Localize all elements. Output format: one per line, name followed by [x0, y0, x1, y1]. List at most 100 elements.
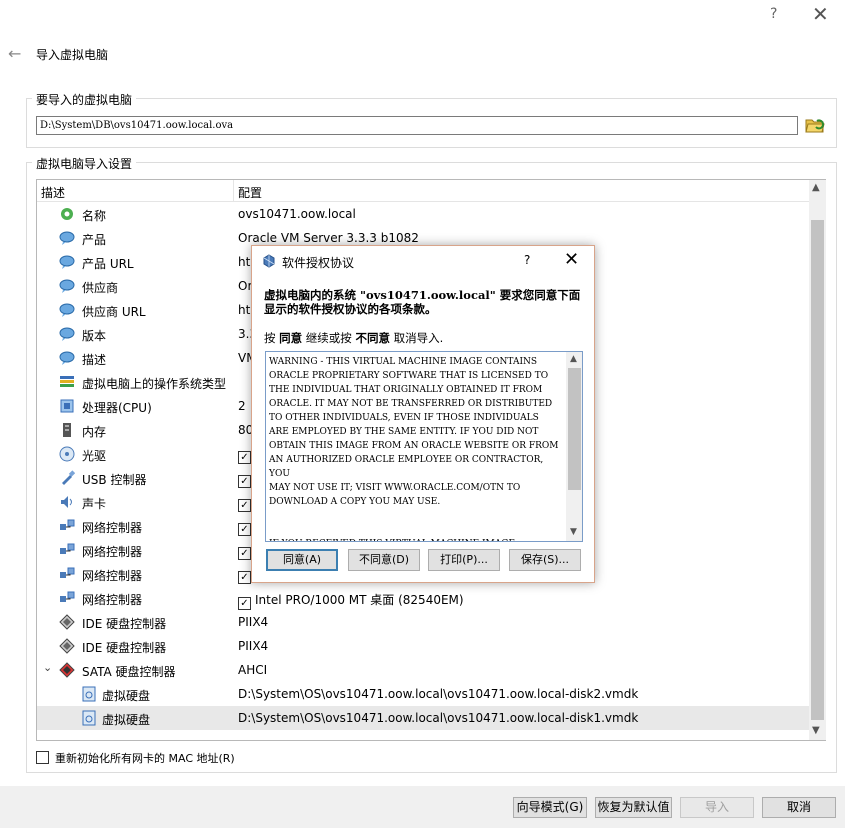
ide-controller-icon: [59, 638, 75, 654]
dialog-close-button[interactable]: ✕: [564, 249, 579, 270]
folder-open-icon[interactable]: [804, 115, 826, 135]
scroll-up-icon[interactable]: ▲: [812, 182, 820, 193]
os-type-icon: [60, 376, 74, 387]
license-dialog: 软件授权协议 ? ✕ 虚拟电脑内的系统 "ovs10471.oow.local"…: [251, 245, 595, 583]
row-label: 版本: [82, 329, 107, 343]
settings-group-legend: 虚拟电脑导入设置: [32, 155, 137, 172]
table-header: 描述 配置: [37, 180, 809, 202]
row-label: 网络控制器: [82, 545, 143, 559]
row-value[interactable]: Oracle VM Server 3.3.3 b1082: [238, 231, 419, 245]
network-icon: [60, 591, 75, 602]
table-row[interactable]: ⌄ SATA 硬盘控制器 AHCI: [37, 658, 809, 682]
save-button[interactable]: 保存(S)...: [509, 549, 581, 571]
ova-path-field[interactable]: D:\System\DB\ovs10471.oow.local.ova: [36, 116, 798, 135]
table-row[interactable]: 名称 ovs10471.oow.local: [37, 202, 809, 226]
print-button[interactable]: 打印(P)...: [428, 549, 500, 571]
license-text: WARNING - THIS VIRTUAL MACHINE IMAGE CON…: [269, 357, 559, 541]
sata-controller-icon: [59, 662, 75, 678]
row-value[interactable]: PIIX4: [238, 615, 268, 629]
license-scrollbar[interactable]: ▲ ▼: [566, 352, 582, 541]
table-row[interactable]: IDE 硬盘控制器 PIIX4: [37, 634, 809, 658]
dialog-help-button[interactable]: ?: [524, 253, 530, 267]
row-label: SATA 硬盘控制器: [82, 665, 176, 679]
cancel-button[interactable]: 取消: [762, 797, 836, 818]
dialog-title: 软件授权协议: [282, 256, 355, 270]
row-label: 描述: [82, 353, 107, 367]
row-label: IDE 硬盘控制器: [82, 617, 167, 631]
checkbox-unchecked[interactable]: [36, 751, 49, 764]
table-row[interactable]: 网络控制器 ✓ Intel PRO/1000 MT 桌面 (82540EM): [37, 586, 809, 610]
row-label: 虚拟电脑上的操作系统类型: [82, 377, 227, 391]
memory-icon: [63, 423, 71, 437]
help-button[interactable]: ?: [770, 6, 777, 22]
license-textarea[interactable]: WARNING - THIS VIRTUAL MACHINE IMAGE CON…: [265, 351, 583, 542]
row-label: IDE 硬盘控制器: [82, 641, 167, 655]
column-header-config[interactable]: 配置: [238, 184, 262, 201]
scroll-thumb[interactable]: [811, 220, 824, 720]
expand-chevron-icon[interactable]: ⌄: [43, 661, 52, 674]
virtualbox-icon: [263, 254, 275, 268]
table-row[interactable]: 虚拟硬盘 D:\System\OS\ovs10471.oow.local\ovs1…: [37, 682, 809, 706]
row-value[interactable]: ovs10471.oow.local: [238, 207, 356, 221]
disagree-button[interactable]: 不同意(D): [348, 549, 420, 571]
row-value[interactable]: D:\System\OS\ovs10471.oow.local\ovs10471…: [238, 687, 638, 701]
row-value[interactable]: 2: [238, 399, 246, 413]
row-label: 产品: [82, 233, 107, 247]
row-value[interactable]: ht: [238, 303, 250, 317]
row-value[interactable]: ✓ Intel PRO/1000 MT 桌面 (82540EM): [238, 591, 464, 610]
row-label: 网络控制器: [82, 569, 143, 583]
table-scrollbar[interactable]: ▲ ▼: [809, 180, 826, 740]
table-row[interactable]: IDE 硬盘控制器 PIIX4: [37, 610, 809, 634]
wizard-title: 导入虚拟电脑: [36, 48, 109, 62]
checkbox-checked[interactable]: ✓: [238, 547, 251, 560]
row-label: 内存: [82, 425, 107, 439]
checkbox-checked[interactable]: ✓: [238, 499, 251, 512]
scroll-up-icon[interactable]: ▲: [570, 354, 577, 364]
close-button[interactable]: ✕: [812, 2, 829, 26]
row-label: 网络控制器: [82, 593, 143, 607]
scroll-down-icon[interactable]: ▼: [812, 725, 820, 736]
network-icon: [60, 567, 75, 578]
row-label: USB 控制器: [82, 473, 147, 487]
optical-drive-icon: [59, 446, 75, 462]
back-arrow-icon[interactable]: ←: [8, 44, 21, 63]
name-icon: [61, 208, 73, 220]
checkbox-checked[interactable]: ✓: [238, 523, 251, 536]
row-label: 供应商 URL: [82, 305, 146, 319]
agree-button[interactable]: 同意(A): [266, 549, 338, 571]
row-value[interactable]: AHCI: [238, 663, 267, 677]
product-url-icon: [59, 255, 75, 269]
import-button[interactable]: 导入: [680, 797, 754, 818]
vendor-url-icon: [59, 303, 75, 317]
scroll-thumb[interactable]: [568, 368, 581, 490]
scroll-down-icon[interactable]: ▼: [570, 527, 577, 537]
row-label: 产品 URL: [82, 257, 134, 271]
row-label: 名称: [82, 209, 107, 223]
checkbox-checked[interactable]: ✓: [238, 475, 251, 488]
row-label: 虚拟硬盘: [102, 689, 151, 703]
product-icon: [59, 231, 75, 245]
row-label: 处理器(CPU): [82, 401, 152, 415]
row-value[interactable]: PIIX4: [238, 639, 268, 653]
row-value[interactable]: D:\System\OS\ovs10471.oow.local\ovs10471…: [238, 711, 638, 725]
row-value[interactable]: ht: [238, 255, 250, 269]
row-label: 虚拟硬盘: [102, 713, 151, 727]
table-row[interactable]: 虚拟硬盘 D:\System\OS\ovs10471.oow.local\ovs1…: [37, 706, 809, 730]
restore-defaults-button[interactable]: 恢复为默认值: [595, 797, 672, 818]
checkbox-checked[interactable]: ✓: [238, 451, 251, 464]
sound-icon: [61, 496, 72, 508]
source-group-legend: 要导入的虚拟电脑: [32, 91, 137, 108]
column-header-description[interactable]: 描述: [41, 184, 65, 201]
checkbox-checked[interactable]: ✓: [238, 571, 251, 584]
checkbox-checked[interactable]: ✓: [238, 597, 251, 610]
dialog-heading: 虚拟电脑内的系统 "ovs10471.oow.local" 要求您同意下面显示的…: [264, 288, 581, 316]
expert-mode-button[interactable]: 向导模式(G): [513, 797, 587, 818]
network-icon: [60, 543, 75, 554]
reinit-mac-checkbox[interactable]: 重新初始化所有网卡的 MAC 地址(R): [36, 750, 235, 766]
reinit-mac-label: 重新初始化所有网卡的 MAC 地址(R): [55, 752, 235, 765]
description-icon: [59, 351, 75, 365]
row-label: 供应商: [82, 281, 119, 295]
row-label: 网络控制器: [82, 521, 143, 535]
row-label: 声卡: [82, 497, 107, 511]
usb-icon: [62, 470, 75, 485]
